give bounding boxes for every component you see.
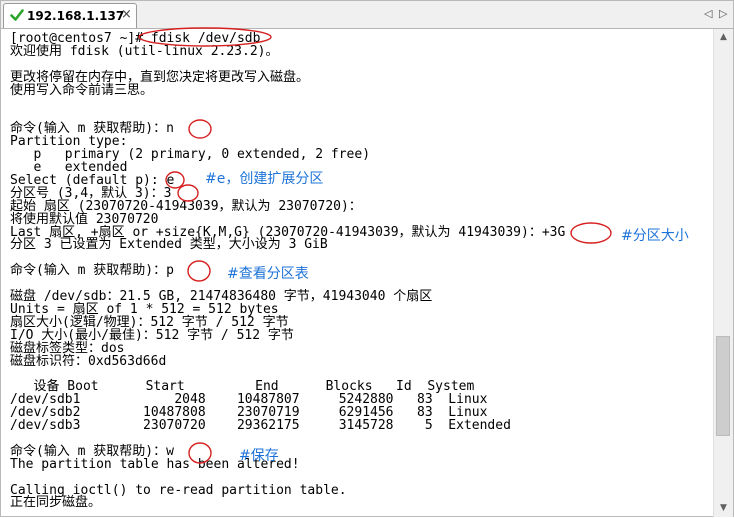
tab-scroll-right-icon[interactable]: ▷ xyxy=(719,7,727,20)
session-tab[interactable]: 192.168.1.137 × xyxy=(3,3,137,28)
terminal-output[interactable]: [root@centos7 ~]# fdisk /dev/sdb 欢迎使用 fdi… xyxy=(3,29,713,515)
tab-close-icon[interactable]: × xyxy=(121,7,132,22)
terminal-line: Select (default p): e xyxy=(10,172,175,188)
terminal-line: 更改将停留在内存中，直到您决定将更改写入磁盘。 xyxy=(10,69,310,85)
vertical-scrollbar[interactable]: ▲ ▼ xyxy=(713,29,733,517)
terminal-line: 使用写入命令前请三思。 xyxy=(10,82,154,98)
terminal-line: 扇区大小(逻辑/物理)：512 字节 / 512 字节 xyxy=(10,314,289,330)
terminal-line: 磁盘标签类型：dos xyxy=(10,340,125,356)
terminal-line: I/O 大小(最小/最佳)：512 字节 / 512 字节 xyxy=(10,327,294,343)
terminal-line: The partition table has been altered! xyxy=(10,456,300,472)
terminal-line: 磁盘标识符：0xd563d66d xyxy=(10,353,167,369)
terminal-line: Units = 扇区 of 1 * 512 = 512 bytes xyxy=(10,301,279,317)
tab-title: 192.168.1.137 xyxy=(27,9,125,23)
terminal-line: 命令(输入 m 获取帮助)：w xyxy=(10,443,174,459)
terminal-line: /dev/sdb3 23070720 29362175 3145728 5 Ex… xyxy=(10,418,511,433)
terminal-window: 192.168.1.137 × ◁ ▷ [root@centos7 ~]# fd… xyxy=(0,0,734,517)
terminal-line: 分区号 (3,4，默认 3)：3 xyxy=(10,185,172,201)
terminal-line: 正在同步磁盘。 xyxy=(10,495,102,511)
connected-check-icon xyxy=(10,9,24,21)
tab-scroll-left-icon[interactable]: ◁ xyxy=(704,7,712,20)
scroll-thumb[interactable] xyxy=(716,336,730,436)
terminal-line: 将使用默认值 23070720 xyxy=(10,211,159,227)
terminal-line: 起始 扇区 (23070720-41943039，默认为 23070720)： xyxy=(10,198,362,214)
scroll-down-icon[interactable]: ▼ xyxy=(714,500,733,517)
terminal-line: 分区 3 已设置为 Extended 类型，大小设为 3 GiB xyxy=(10,237,328,253)
tab-bar: 192.168.1.137 × ◁ ▷ xyxy=(1,1,733,29)
terminal-line: 欢迎使用 fdisk (util-linux 2.23.2)。 xyxy=(10,43,279,59)
terminal-line: 命令(输入 m 获取帮助)：p xyxy=(10,263,174,279)
scroll-up-icon[interactable]: ▲ xyxy=(714,29,733,46)
